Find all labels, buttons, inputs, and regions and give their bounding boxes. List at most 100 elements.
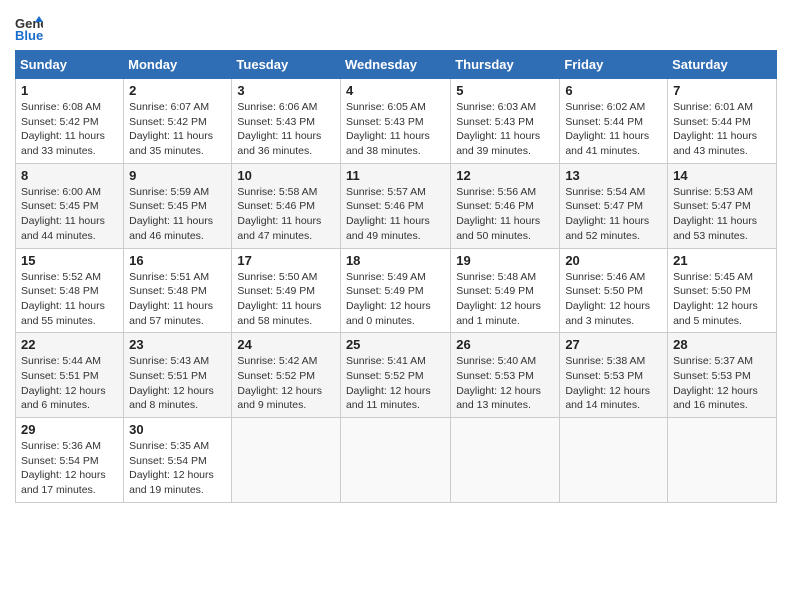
calendar-day-cell	[232, 418, 341, 503]
weekday-header-cell: Monday	[124, 51, 232, 79]
day-info: Sunrise: 5:43 AMSunset: 5:51 PMDaylight:…	[129, 354, 226, 413]
calendar-day-cell: 27 Sunrise: 5:38 AMSunset: 5:53 PMDayligh…	[560, 333, 668, 418]
calendar-day-cell: 22Sunrise: 5:44 AMSunset: 5:51 PMDayligh…	[16, 333, 124, 418]
calendar-day-cell	[560, 418, 668, 503]
day-number: 24	[237, 337, 335, 352]
day-number: 23	[129, 337, 226, 352]
day-info: Sunrise: 6:03 AMSunset: 5:43 PMDaylight:…	[456, 100, 554, 159]
calendar-day-cell: 20 Sunrise: 5:46 AMSunset: 5:50 PMDayligh…	[560, 248, 668, 333]
day-info: Sunrise: 6:01 AMSunset: 5:44 PMDaylight:…	[673, 100, 771, 159]
day-number: 17	[237, 253, 335, 268]
calendar-day-cell: 15 Sunrise: 5:52 AMSunset: 5:48 PMDayligh…	[16, 248, 124, 333]
day-info: Sunrise: 6:07 AMSunset: 5:42 PMDaylight:…	[129, 100, 226, 159]
day-number: 15	[21, 253, 118, 268]
day-info: Sunrise: 5:36 AMSunset: 5:54 PMDaylight:…	[21, 439, 118, 498]
day-number: 5	[456, 83, 554, 98]
day-info: Sunrise: 6:02 AMSunset: 5:44 PMDaylight:…	[565, 100, 662, 159]
calendar-day-cell: 8 Sunrise: 6:00 AMSunset: 5:45 PMDaylight…	[16, 163, 124, 248]
calendar-day-cell: 21 Sunrise: 5:45 AMSunset: 5:50 PMDayligh…	[668, 248, 777, 333]
calendar-day-cell: 12Sunrise: 5:56 AMSunset: 5:46 PMDayligh…	[451, 163, 560, 248]
day-info: Sunrise: 5:41 AMSunset: 5:52 PMDaylight:…	[346, 354, 445, 413]
calendar-day-cell: 1Sunrise: 6:08 AMSunset: 5:42 PMDaylight…	[16, 79, 124, 164]
calendar-day-cell	[340, 418, 450, 503]
calendar-day-cell: 23 Sunrise: 5:43 AMSunset: 5:51 PMDayligh…	[124, 333, 232, 418]
calendar-day-cell: 28 Sunrise: 5:37 AMSunset: 5:53 PMDayligh…	[668, 333, 777, 418]
day-info: Sunrise: 5:37 AMSunset: 5:53 PMDaylight:…	[673, 354, 771, 413]
day-number: 26	[456, 337, 554, 352]
day-info: Sunrise: 5:53 AMSunset: 5:47 PMDaylight:…	[673, 185, 771, 244]
calendar-day-cell: 18 Sunrise: 5:49 AMSunset: 5:49 PMDayligh…	[340, 248, 450, 333]
weekday-header-cell: Friday	[560, 51, 668, 79]
day-info: Sunrise: 5:48 AMSunset: 5:49 PMDaylight:…	[456, 270, 554, 329]
day-number: 29	[21, 422, 118, 437]
calendar-table: SundayMondayTuesdayWednesdayThursdayFrid…	[15, 50, 777, 503]
day-number: 8	[21, 168, 118, 183]
calendar-week-row: 1Sunrise: 6:08 AMSunset: 5:42 PMDaylight…	[16, 79, 777, 164]
day-info: Sunrise: 5:50 AMSunset: 5:49 PMDaylight:…	[237, 270, 335, 329]
calendar-day-cell: 25 Sunrise: 5:41 AMSunset: 5:52 PMDayligh…	[340, 333, 450, 418]
calendar-day-cell: 4 Sunrise: 6:05 AMSunset: 5:43 PMDaylight…	[340, 79, 450, 164]
calendar-day-cell: 9Sunrise: 5:59 AMSunset: 5:45 PMDaylight…	[124, 163, 232, 248]
calendar-day-cell	[668, 418, 777, 503]
day-number: 25	[346, 337, 445, 352]
day-info: Sunrise: 5:45 AMSunset: 5:50 PMDaylight:…	[673, 270, 771, 329]
calendar-day-cell: 16 Sunrise: 5:51 AMSunset: 5:48 PMDayligh…	[124, 248, 232, 333]
day-info: Sunrise: 5:44 AMSunset: 5:51 PMDaylight:…	[21, 354, 118, 413]
day-info: Sunrise: 5:38 AMSunset: 5:53 PMDaylight:…	[565, 354, 662, 413]
calendar-day-cell: 30 Sunrise: 5:35 AMSunset: 5:54 PMDayligh…	[124, 418, 232, 503]
day-number: 16	[129, 253, 226, 268]
day-number: 9	[129, 168, 226, 183]
day-info: Sunrise: 5:49 AMSunset: 5:49 PMDaylight:…	[346, 270, 445, 329]
day-number: 27	[565, 337, 662, 352]
calendar-day-cell: 17 Sunrise: 5:50 AMSunset: 5:49 PMDayligh…	[232, 248, 341, 333]
logo-icon: General Blue	[15, 14, 43, 42]
calendar-day-cell: 29 Sunrise: 5:36 AMSunset: 5:54 PMDayligh…	[16, 418, 124, 503]
calendar-day-cell: 11Sunrise: 5:57 AMSunset: 5:46 PMDayligh…	[340, 163, 450, 248]
calendar-day-cell: 7Sunrise: 6:01 AMSunset: 5:44 PMDaylight…	[668, 79, 777, 164]
day-number: 6	[565, 83, 662, 98]
day-number: 2	[129, 83, 226, 98]
day-info: Sunrise: 6:08 AMSunset: 5:42 PMDaylight:…	[21, 100, 118, 159]
weekday-header-cell: Saturday	[668, 51, 777, 79]
day-number: 20	[565, 253, 662, 268]
calendar-day-cell: 5 Sunrise: 6:03 AMSunset: 5:43 PMDaylight…	[451, 79, 560, 164]
day-info: Sunrise: 5:40 AMSunset: 5:53 PMDaylight:…	[456, 354, 554, 413]
weekday-header-row: SundayMondayTuesdayWednesdayThursdayFrid…	[16, 51, 777, 79]
day-number: 12	[456, 168, 554, 183]
day-number: 28	[673, 337, 771, 352]
day-number: 10	[237, 168, 335, 183]
calendar-day-cell: 10Sunrise: 5:58 AMSunset: 5:46 PMDayligh…	[232, 163, 341, 248]
day-number: 21	[673, 253, 771, 268]
day-info: Sunrise: 5:46 AMSunset: 5:50 PMDaylight:…	[565, 270, 662, 329]
calendar-day-cell: 6 Sunrise: 6:02 AMSunset: 5:44 PMDaylight…	[560, 79, 668, 164]
day-number: 4	[346, 83, 445, 98]
calendar-day-cell: 19Sunrise: 5:48 AMSunset: 5:49 PMDayligh…	[451, 248, 560, 333]
calendar-day-cell: 24Sunrise: 5:42 AMSunset: 5:52 PMDayligh…	[232, 333, 341, 418]
calendar-week-row: 29 Sunrise: 5:36 AMSunset: 5:54 PMDayligh…	[16, 418, 777, 503]
calendar-day-cell: 14 Sunrise: 5:53 AMSunset: 5:47 PMDayligh…	[668, 163, 777, 248]
weekday-header-cell: Tuesday	[232, 51, 341, 79]
weekday-header-cell: Thursday	[451, 51, 560, 79]
calendar-week-row: 15 Sunrise: 5:52 AMSunset: 5:48 PMDayligh…	[16, 248, 777, 333]
day-number: 14	[673, 168, 771, 183]
calendar-day-cell: 2 Sunrise: 6:07 AMSunset: 5:42 PMDaylight…	[124, 79, 232, 164]
day-number: 30	[129, 422, 226, 437]
day-number: 13	[565, 168, 662, 183]
day-info: Sunrise: 6:05 AMSunset: 5:43 PMDaylight:…	[346, 100, 445, 159]
day-info: Sunrise: 5:52 AMSunset: 5:48 PMDaylight:…	[21, 270, 118, 329]
day-number: 3	[237, 83, 335, 98]
day-number: 18	[346, 253, 445, 268]
day-info: Sunrise: 5:51 AMSunset: 5:48 PMDaylight:…	[129, 270, 226, 329]
day-info: Sunrise: 6:00 AMSunset: 5:45 PMDaylight:…	[21, 185, 118, 244]
day-number: 11	[346, 168, 445, 183]
weekday-header-cell: Wednesday	[340, 51, 450, 79]
day-info: Sunrise: 6:06 AMSunset: 5:43 PMDaylight:…	[237, 100, 335, 159]
calendar-week-row: 8 Sunrise: 6:00 AMSunset: 5:45 PMDaylight…	[16, 163, 777, 248]
day-info: Sunrise: 5:35 AMSunset: 5:54 PMDaylight:…	[129, 439, 226, 498]
calendar-day-cell: 3 Sunrise: 6:06 AMSunset: 5:43 PMDaylight…	[232, 79, 341, 164]
page-header: General Blue	[15, 10, 777, 42]
calendar-day-cell: 13Sunrise: 5:54 AMSunset: 5:47 PMDayligh…	[560, 163, 668, 248]
calendar-day-cell: 26 Sunrise: 5:40 AMSunset: 5:53 PMDayligh…	[451, 333, 560, 418]
weekday-header-cell: Sunday	[16, 51, 124, 79]
calendar-day-cell	[451, 418, 560, 503]
